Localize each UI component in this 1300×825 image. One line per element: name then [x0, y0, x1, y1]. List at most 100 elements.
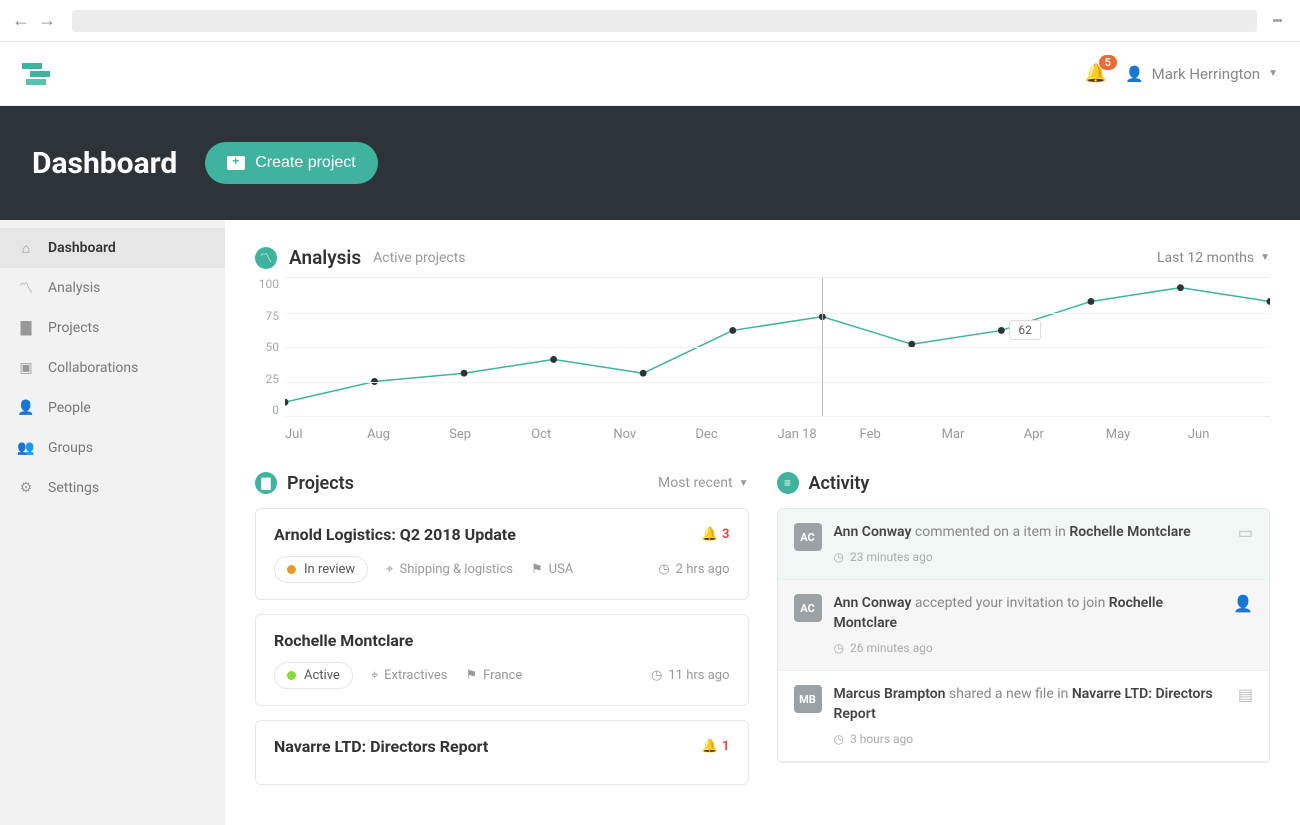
- activity-who: Marcus Brampton: [834, 686, 946, 702]
- activity-time: ◷23 minutes ago: [834, 549, 1226, 566]
- avatar: MB: [794, 685, 822, 713]
- back-icon[interactable]: ←: [12, 10, 30, 31]
- range-selector[interactable]: Last 12 months ▼: [1157, 250, 1270, 266]
- sidebar-item-label: Dashboard: [48, 240, 116, 256]
- sidebar-item-label: Groups: [48, 440, 93, 456]
- projects-sort-label: Most recent: [658, 475, 733, 491]
- avatar: AC: [794, 523, 822, 551]
- project-alert-badge: 🔔1: [702, 739, 730, 754]
- app-header: 🔔 5 👤 Mark Herrington ▼: [0, 42, 1300, 106]
- activity-list: ACAnn Conway commented on a item in Roch…: [777, 508, 1271, 763]
- overflow-menu-icon[interactable]: [1267, 17, 1288, 24]
- trend-round-icon: 〽: [255, 247, 277, 269]
- project-category: ⌖Shipping & logistics: [386, 562, 513, 577]
- create-project-button[interactable]: Create project: [205, 142, 378, 184]
- activity-item[interactable]: MBMarcus Brampton shared a new file in N…: [778, 671, 1270, 762]
- project-title: Rochelle Montclare: [274, 631, 413, 650]
- notifications-badge: 5: [1099, 55, 1117, 70]
- project-category: ⌖Extractives: [371, 668, 448, 683]
- chevron-down-icon: ▼: [1260, 252, 1270, 263]
- chart-x-labels: JulAugSepOctNovDecJan 18FebMarAprMayJun: [255, 427, 1270, 442]
- chat-icon: ▣: [18, 360, 34, 376]
- activity-who: Ann Conway: [834, 524, 912, 540]
- analysis-subtitle: Active projects: [373, 250, 465, 266]
- trend-icon: 〽: [18, 280, 34, 296]
- person-icon: 👤: [1125, 65, 1144, 83]
- sidebar-item-label: People: [48, 400, 91, 416]
- project-card[interactable]: Arnold Logistics: Q2 2018 Update 🔔3 In rev…: [255, 508, 749, 600]
- sidebar-item-dashboard[interactable]: ⌂ Dashboard: [0, 228, 225, 268]
- person-icon: 👤: [18, 400, 34, 416]
- app-logo-icon[interactable]: [22, 60, 50, 88]
- chevron-down-icon: ▼: [1268, 68, 1278, 79]
- flag-icon: ⚑: [531, 562, 543, 577]
- clock-icon: ◷: [658, 562, 669, 577]
- sidebar-item-label: Settings: [48, 480, 99, 496]
- forward-icon[interactable]: →: [38, 10, 56, 31]
- clock-icon: ◷: [834, 640, 844, 657]
- file-icon: ▤: [1238, 685, 1253, 747]
- avatar: AC: [794, 594, 822, 622]
- bell-icon: 🔔: [702, 739, 718, 754]
- chart-y-labels: 1007550250: [255, 277, 285, 417]
- page-hero: Dashboard Create project: [0, 106, 1300, 220]
- project-time: ◷2 hrs ago: [658, 562, 729, 577]
- folder-round-icon: ▇: [255, 472, 277, 494]
- analysis-title: Analysis: [289, 246, 361, 269]
- activity-time: ◷3 hours ago: [834, 731, 1226, 748]
- browser-nav-arrows: ← →: [12, 10, 56, 31]
- target-icon: ⌖: [371, 668, 378, 683]
- activity-item[interactable]: ACAnn Conway accepted your invitation to…: [778, 580, 1270, 671]
- sidebar-item-collaborations[interactable]: ▣ Collaborations: [0, 348, 225, 388]
- sidebar-item-label: Projects: [48, 320, 99, 336]
- project-title: Arnold Logistics: Q2 2018 Update: [274, 525, 516, 544]
- sidebar-item-groups[interactable]: 👥 Groups: [0, 428, 225, 468]
- target-icon: ⌖: [386, 562, 393, 577]
- activity-item[interactable]: ACAnn Conway commented on a item in Roch…: [778, 509, 1270, 580]
- projects-title: Projects: [287, 473, 354, 494]
- project-alert-badge: 🔔3: [702, 527, 730, 542]
- activity-title: Activity: [809, 473, 870, 494]
- main-content: 〽 Analysis Active projects Last 12 month…: [225, 220, 1300, 825]
- sidebar-item-people[interactable]: 👤 People: [0, 388, 225, 428]
- project-country: ⚑France: [466, 668, 523, 683]
- user-name: Mark Herrington: [1152, 65, 1260, 83]
- url-bar[interactable]: [72, 10, 1257, 32]
- range-label: Last 12 months: [1157, 250, 1254, 266]
- create-project-label: Create project: [255, 154, 356, 172]
- sidebar-item-analysis[interactable]: 〽 Analysis: [0, 268, 225, 308]
- list-round-icon: ≡: [777, 472, 799, 494]
- chart-area: 62: [285, 277, 1270, 417]
- sidebar-item-label: Collaborations: [48, 360, 138, 376]
- activity-time: ◷26 minutes ago: [834, 640, 1222, 657]
- sidebar-item-projects[interactable]: ▇ Projects: [0, 308, 225, 348]
- activity-who: Ann Conway: [834, 595, 912, 611]
- comment-icon: ▭: [1238, 523, 1253, 565]
- chevron-down-icon: ▼: [739, 478, 749, 489]
- sidebar: ⌂ Dashboard 〽 Analysis ▇ Projects ▣ Coll…: [0, 220, 225, 825]
- analysis-section-head: 〽 Analysis Active projects Last 12 month…: [255, 246, 1270, 269]
- activity-target: Rochelle Montclare: [1069, 524, 1190, 540]
- user-menu[interactable]: 👤 Mark Herrington ▼: [1125, 65, 1278, 83]
- folder-plus-icon: [227, 156, 245, 170]
- gear-icon: ⚙: [18, 480, 34, 496]
- person-add-icon: 👤: [1233, 594, 1253, 656]
- project-title: Navarre LTD: Directors Report: [274, 737, 488, 756]
- project-card[interactable]: Rochelle Montclare Active ⌖Extractives ⚑Fra…: [255, 614, 749, 706]
- home-icon: ⌂: [18, 240, 34, 256]
- sidebar-item-label: Analysis: [48, 280, 100, 296]
- notifications-bell-icon[interactable]: 🔔 5: [1085, 63, 1107, 84]
- people-icon: 👥: [18, 440, 34, 456]
- browser-chrome: ← →: [0, 0, 1300, 42]
- project-card[interactable]: Navarre LTD: Directors Report 🔔1: [255, 720, 749, 785]
- status-pill: In review: [274, 556, 368, 583]
- status-pill: Active: [274, 662, 353, 689]
- flag-icon: ⚑: [466, 668, 478, 683]
- clock-icon: ◷: [651, 668, 662, 683]
- project-time: ◷11 hrs ago: [651, 668, 729, 683]
- app-window: ← → 🔔 5 👤 Mark Herrington ▼ Dashboard Cr…: [0, 0, 1300, 825]
- sidebar-item-settings[interactable]: ⚙ Settings: [0, 468, 225, 508]
- chart-tooltip: 62: [1009, 320, 1041, 340]
- analysis-chart: 1007550250 62 JulAugSepOctNovDecJan 18Fe…: [255, 277, 1270, 442]
- projects-sort-selector[interactable]: Most recent ▼: [658, 475, 749, 491]
